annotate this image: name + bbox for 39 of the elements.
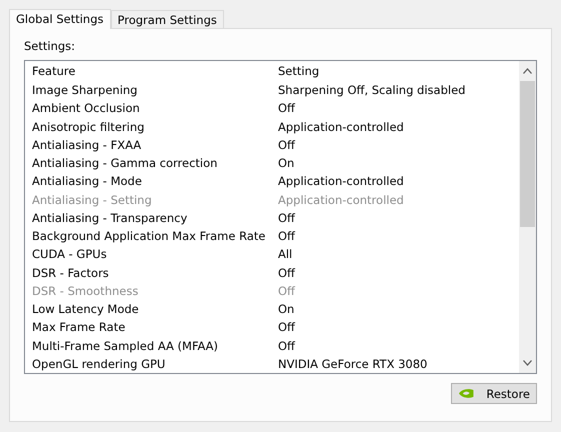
scrollbar[interactable] xyxy=(519,61,536,373)
feature-cell[interactable]: Image Sharpening xyxy=(32,82,278,97)
setting-cell[interactable]: Off xyxy=(278,320,519,334)
feature-cell[interactable]: DSR - Factors xyxy=(32,266,278,280)
setting-cell[interactable]: Off xyxy=(278,338,519,353)
tab[interactable]: Program Settings xyxy=(110,10,224,28)
feature-cell[interactable]: Max Frame Rate xyxy=(32,320,278,334)
setting-cell[interactable]: Application-controlled xyxy=(278,174,519,188)
feature-cell[interactable]: OpenGL rendering GPU xyxy=(32,356,278,371)
settings-label: Settings: xyxy=(24,39,76,53)
scroll-up-icon[interactable] xyxy=(523,68,532,74)
eye-logo-icon xyxy=(458,388,474,399)
setting-cell[interactable]: Off xyxy=(278,210,519,225)
feature-cell[interactable]: Ambient Occlusion xyxy=(32,101,278,116)
feature-cell[interactable]: CUDA - GPUs xyxy=(32,247,278,262)
feature-cell[interactable]: Anisotropic filtering xyxy=(32,120,278,134)
setting-cell[interactable]: Off xyxy=(278,266,519,280)
setting-cell[interactable]: NVIDIA GeForce RTX 3080 xyxy=(278,356,519,371)
feature-cell[interactable]: Background Application Max Frame Rate xyxy=(32,229,278,244)
setting-cell[interactable]: Off xyxy=(278,229,519,244)
scroll-thumb[interactable] xyxy=(520,81,535,227)
setting-cell[interactable]: Sharpening Off, Scaling disabled xyxy=(278,82,519,97)
feature-cell[interactable]: Antialiasing - Mode xyxy=(32,174,278,188)
feature-cell[interactable]: Multi-Frame Sampled AA (MFAA) xyxy=(32,338,278,353)
tab[interactable]: Global Settings xyxy=(9,9,111,29)
column-header[interactable]: Feature xyxy=(32,64,278,78)
setting-cell[interactable]: On xyxy=(278,156,519,170)
scroll-down-icon[interactable] xyxy=(523,360,532,366)
setting-cell[interactable]: On xyxy=(278,302,519,316)
feature-cell[interactable]: Antialiasing - Transparency xyxy=(32,210,278,225)
setting-cell[interactable]: All xyxy=(278,247,519,262)
setting-cell[interactable]: Off xyxy=(278,101,519,116)
setting-cell[interactable]: Application-controlled xyxy=(278,120,519,134)
setting-cell[interactable]: Off xyxy=(278,138,519,152)
feature-cell[interactable]: Antialiasing - Gamma correction xyxy=(32,156,278,170)
feature-cell[interactable]: Low Latency Mode xyxy=(32,302,278,316)
feature-cell[interactable]: Antialiasing - FXAA xyxy=(32,138,278,152)
restore-button[interactable]: Restore xyxy=(451,383,537,404)
column-header[interactable]: Setting xyxy=(278,64,519,78)
